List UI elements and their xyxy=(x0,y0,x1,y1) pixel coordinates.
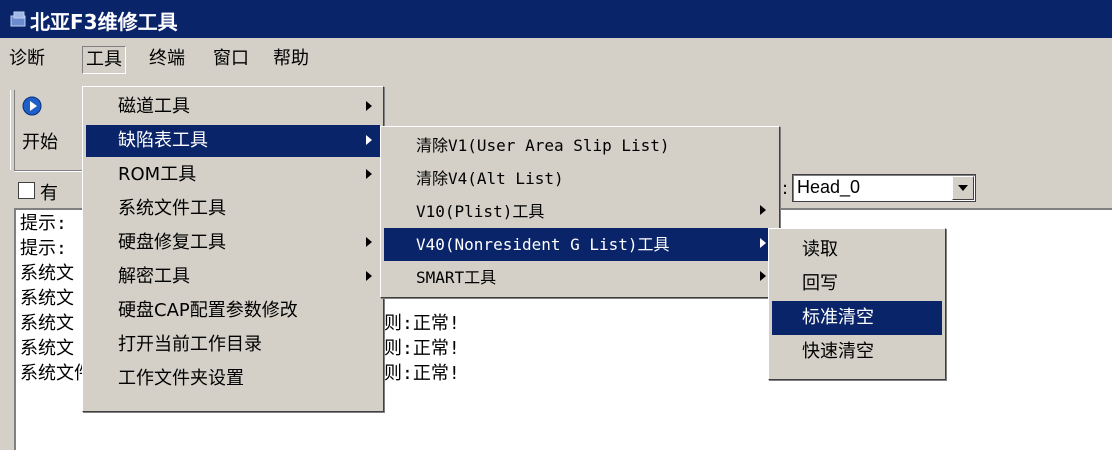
menu-item-track-tools[interactable]: 磁道工具 xyxy=(86,91,380,123)
submenu-arrow-icon xyxy=(366,101,372,111)
menu-item-v10-tools[interactable]: V10(Plist)工具 xyxy=(384,195,776,228)
menu-item-read[interactable]: 读取 xyxy=(772,233,942,267)
log-line-tail: 则:正常! xyxy=(384,363,460,384)
menu-item-standard-clear[interactable]: 标准清空 xyxy=(772,301,942,335)
log-line-tail: 则:正常! xyxy=(384,313,460,334)
menu-window[interactable]: 窗口 xyxy=(210,46,252,72)
menu-item-quick-clear[interactable]: 快速清空 xyxy=(772,335,942,369)
menu-item-cap-config[interactable]: 硬盘CAP配置参数修改 xyxy=(86,295,380,327)
menu-item-defect-table-tools[interactable]: 缺陷表工具 xyxy=(86,125,380,157)
menu-diagnose[interactable]: 诊断 xyxy=(6,46,48,72)
toolbar-grip xyxy=(10,90,15,170)
head-label-colon: : xyxy=(782,178,789,199)
window-title: 北亚F3维修工具 xyxy=(30,10,178,34)
log-line: 提示: xyxy=(20,213,67,234)
menu-tools[interactable]: 工具 xyxy=(82,46,126,74)
submenu-arrow-icon xyxy=(366,135,372,145)
checkbox-label: 有 xyxy=(40,183,58,204)
log-line: 系统文 xyxy=(20,338,74,359)
tools-menu: 磁道工具 缺陷表工具 ROM工具 系统文件工具 硬盘修复工具 解密工具 硬盘CA… xyxy=(82,86,384,412)
menu-terminal[interactable]: 终端 xyxy=(146,46,188,72)
submenu-arrow-icon xyxy=(366,237,372,247)
menu-item-write-back[interactable]: 回写 xyxy=(772,267,942,301)
menu-item-open-work-dir[interactable]: 打开当前工作目录 xyxy=(86,329,380,361)
menu-bar: 诊断 工具 终端 窗口 帮助 xyxy=(0,40,1112,76)
submenu-arrow-icon xyxy=(760,271,766,281)
v40-submenu: 读取 回写 标准清空 快速清空 xyxy=(768,228,946,380)
submenu-arrow-icon xyxy=(760,238,766,248)
log-line: 系统文 xyxy=(20,313,74,334)
log-line: 提示: xyxy=(20,238,67,259)
menu-item-smart-tools[interactable]: SMART工具 xyxy=(384,261,776,294)
head-select-value: Head_0 xyxy=(797,177,861,197)
log-line: 系统文 xyxy=(20,263,74,284)
menu-help[interactable]: 帮助 xyxy=(270,46,312,72)
title-bar[interactable]: 北亚F3维修工具 xyxy=(0,0,1112,38)
head-select-dropdown-button[interactable] xyxy=(952,176,974,200)
menu-item-work-folder-settings[interactable]: 工作文件夹设置 xyxy=(86,363,380,395)
head-select[interactable]: Head_0 xyxy=(792,174,976,202)
menu-item-clear-v4[interactable]: 清除V4(Alt List) xyxy=(384,162,776,195)
checkbox[interactable] xyxy=(18,182,35,199)
app-icon xyxy=(10,11,26,27)
chevron-down-icon xyxy=(958,185,968,191)
menu-item-system-file-tools[interactable]: 系统文件工具 xyxy=(86,193,380,225)
menu-item-clear-v1[interactable]: 清除V1(User Area Slip List) xyxy=(384,129,776,162)
play-icon[interactable] xyxy=(22,96,42,116)
menu-item-disk-repair-tools[interactable]: 硬盘修复工具 xyxy=(86,227,380,259)
menu-item-decrypt-tools[interactable]: 解密工具 xyxy=(86,261,380,293)
log-line: 系统文 xyxy=(20,288,74,309)
submenu-arrow-icon xyxy=(760,205,766,215)
submenu-arrow-icon xyxy=(366,271,372,281)
submenu-arrow-icon xyxy=(366,169,372,179)
defect-table-submenu: 清除V1(User Area Slip List) 清除V4(Alt List)… xyxy=(380,126,780,298)
log-line-tail: 则:正常! xyxy=(384,338,460,359)
menu-item-rom-tools[interactable]: ROM工具 xyxy=(86,159,380,191)
start-button[interactable]: 开始 xyxy=(22,128,58,154)
menu-item-v40-tools[interactable]: V40(Nonresident G List)工具 xyxy=(384,228,776,261)
